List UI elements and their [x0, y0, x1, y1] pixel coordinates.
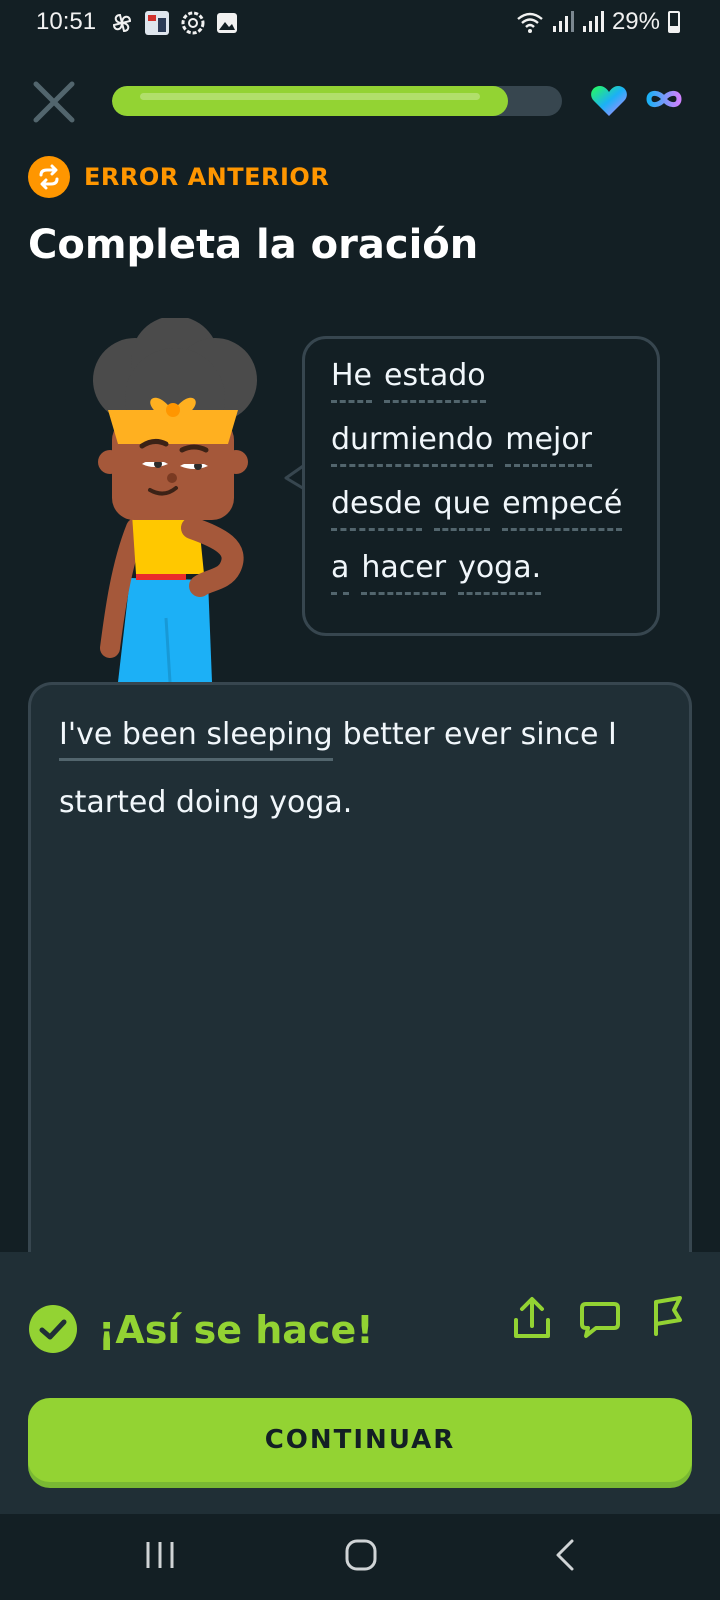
infinity-icon: [646, 90, 682, 108]
pinwheel-icon: [112, 13, 132, 33]
navigation-bar: [0, 1514, 720, 1600]
hint-word[interactable]: yoga.: [458, 550, 542, 595]
gallery-icon: [217, 13, 237, 33]
check-circle-icon: [29, 1305, 77, 1353]
share-icon[interactable]: [512, 1296, 552, 1340]
bubble-line: a hacer yoga.: [331, 550, 639, 615]
signal-icon: [552, 11, 574, 32]
answer-text: better ever since I: [342, 717, 617, 752]
feedback-message: ¡Así se hace!: [98, 1308, 374, 1352]
settings-sync-icon: [181, 11, 205, 35]
speech-bubble: He estado durmiendo mejor desde que empecé a hac…: [302, 336, 660, 636]
answer-card: I've been sleeping better ever since I st…: [28, 682, 692, 1282]
close-button[interactable]: [30, 78, 78, 126]
hint-word[interactable]: hacer: [361, 550, 447, 595]
hint-word[interactable]: durmiendo: [331, 422, 494, 467]
progress-fill: [112, 86, 508, 116]
notification-icons: [110, 10, 238, 36]
status-bar: 10:51 29%: [0, 0, 720, 46]
answer-chip[interactable]: I've been sleeping: [59, 717, 333, 761]
hint-word[interactable]: que: [433, 486, 491, 531]
prompt-sentence: He estado durmiendo mejor desde que empecé a hac…: [331, 358, 639, 615]
hint-word[interactable]: desde: [331, 486, 422, 531]
recents-icon[interactable]: [144, 1538, 176, 1572]
repeat-icon: [28, 156, 70, 198]
continue-button[interactable]: CONTINUAR: [28, 1398, 692, 1482]
page-title: Completa la oración: [28, 222, 479, 268]
character-illustration: [93, 318, 257, 682]
battery-percent: 29%: [611, 8, 660, 35]
close-icon: [33, 81, 75, 123]
home-icon[interactable]: [344, 1538, 378, 1572]
previous-mistake-label: ERROR ANTERIOR: [28, 156, 329, 198]
status-right: 29%: [516, 8, 680, 36]
hint-word[interactable]: a: [331, 550, 350, 595]
progress-shine: [140, 93, 480, 100]
bubble-line: durmiendo mejor: [331, 422, 639, 487]
hint-word[interactable]: mejor: [505, 422, 593, 467]
hint-word[interactable]: He: [331, 358, 373, 403]
label-text: ERROR ANTERIOR: [84, 163, 330, 191]
lesson-progress-bar: [112, 86, 562, 116]
hint-word[interactable]: empecé: [502, 486, 623, 531]
battery-icon: [668, 11, 680, 33]
back-icon[interactable]: [552, 1538, 578, 1572]
signal-icon: [582, 11, 604, 32]
hint-word[interactable]: estado: [384, 358, 486, 403]
app-notification-icon: [145, 11, 169, 35]
heart-icon[interactable]: [590, 84, 628, 118]
feedback-panel: ¡Así se hace! CONTINUAR: [0, 1252, 720, 1514]
status-time: 10:51: [36, 8, 97, 35]
flag-icon[interactable]: [650, 1294, 686, 1342]
answer-line: started doing yoga.: [59, 785, 353, 820]
bubble-line: desde que empecé: [331, 486, 639, 551]
answer-line: I've been sleeping better ever since I: [59, 717, 617, 761]
bubble-line: He estado: [331, 358, 639, 423]
wifi-icon: [517, 12, 543, 33]
comment-icon[interactable]: [578, 1300, 622, 1340]
